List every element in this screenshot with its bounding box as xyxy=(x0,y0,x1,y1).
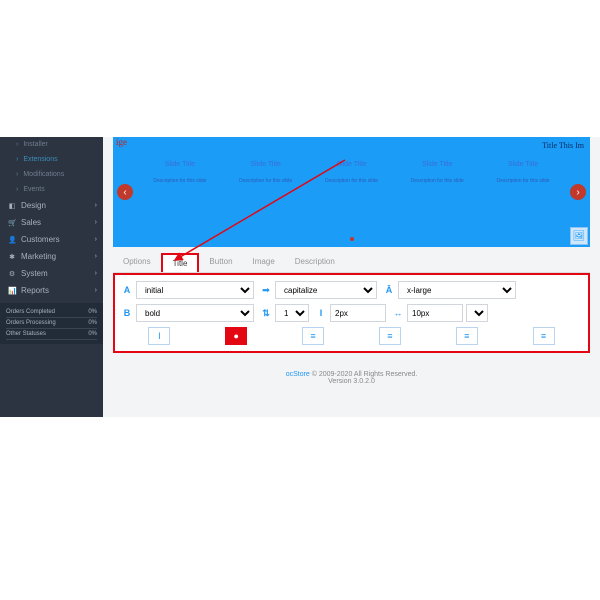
sidebar-sub-modifications[interactable]: ›Modifications xyxy=(0,167,103,182)
cart-icon: 🛒 xyxy=(8,219,16,227)
tab-button[interactable]: Button xyxy=(199,253,242,272)
gear-icon: ⚙ xyxy=(8,270,16,278)
chevron-right-icon: › xyxy=(95,202,97,209)
chevron-right-icon: › xyxy=(95,219,97,226)
title-settings-panel: Ainitial ➟capitalize Āx-large Bbold ⇅1 I… xyxy=(113,273,590,353)
version-text: Version 3.0.2.0 xyxy=(328,378,375,385)
stats-panel: Orders Completed0% Orders Processing0% O… xyxy=(0,303,103,344)
image-toggle-button[interactable]: 🖼 xyxy=(570,227,588,245)
brand-link[interactable]: ocStore xyxy=(286,371,310,378)
slider-preview: ige Title This Im ‹ › Slide TitleDescrip… xyxy=(113,137,590,247)
next-slide-button[interactable]: › xyxy=(570,184,586,200)
sidebar-item-system[interactable]: ⚙System› xyxy=(0,265,103,282)
letter-icon: ↔ xyxy=(392,305,404,321)
sidebar-item-marketing[interactable]: ✱Marketing› xyxy=(0,248,103,265)
letter-spacing-unit[interactable] xyxy=(466,304,488,322)
slide-item[interactable]: Slide TitleDescription for this slide xyxy=(411,161,464,184)
sidebar: ›Installer ›Extensions ›Modifications ›E… xyxy=(0,137,103,417)
slide-item[interactable]: Slide TitleDescription for this slide xyxy=(325,161,378,184)
user-icon: 👤 xyxy=(8,236,16,244)
font-icon: A xyxy=(121,282,133,298)
sidebar-item-reports[interactable]: 📊Reports› xyxy=(0,282,103,299)
chart-icon: 📊 xyxy=(8,287,16,295)
chevron-right-icon: › xyxy=(95,270,97,277)
align-left-button[interactable]: ≡ xyxy=(302,327,324,345)
footer: ocStore © 2009-2020 All Rights Reserved.… xyxy=(113,371,590,385)
tab-title[interactable]: Title xyxy=(161,253,200,272)
pagination-dot[interactable] xyxy=(350,237,354,241)
sidebar-sub-extensions[interactable]: ›Extensions xyxy=(0,152,103,167)
letter-spacing-input[interactable] xyxy=(407,304,463,322)
line-height-mode-select[interactable]: 1 xyxy=(275,304,309,322)
tab-image[interactable]: Image xyxy=(243,253,285,272)
tab-description[interactable]: Description xyxy=(285,253,345,272)
chevron-right-icon: › xyxy=(95,287,97,294)
slide-item[interactable]: Slide TitleDescription for this slide xyxy=(239,161,292,184)
size-icon: Ā xyxy=(383,282,395,298)
stat-other: Other Statuses0% xyxy=(6,329,97,340)
stat-completed: Orders Completed0% xyxy=(6,307,97,318)
slides-row: Slide TitleDescription for this slide Sl… xyxy=(113,137,590,207)
tabs: Options Title Button Image Description xyxy=(113,253,590,273)
banner-corner-text: ige xyxy=(116,137,127,147)
italic-button[interactable]: I xyxy=(148,327,170,345)
font-size-select[interactable]: x-large xyxy=(398,281,516,299)
sidebar-item-sales[interactable]: 🛒Sales› xyxy=(0,214,103,231)
bold-icon: B xyxy=(121,305,133,321)
slide-item[interactable]: Slide TitleDescription for this slide xyxy=(153,161,206,184)
sidebar-item-design[interactable]: ◧Design› xyxy=(0,197,103,214)
transform-icon: ➟ xyxy=(260,282,272,298)
sidebar-sub-installer[interactable]: ›Installer xyxy=(0,137,103,152)
sidebar-item-customers[interactable]: 👤Customers› xyxy=(0,231,103,248)
design-icon: ◧ xyxy=(8,202,16,210)
color-button[interactable]: ● xyxy=(225,327,247,345)
font-family-select[interactable]: initial xyxy=(136,281,254,299)
spacing-icon: I xyxy=(315,305,327,321)
text-transform-select[interactable]: capitalize xyxy=(275,281,377,299)
align-right-button[interactable]: ≡ xyxy=(456,327,478,345)
banner-right-text: Title This Im xyxy=(542,141,584,150)
image-icon: 🖼 xyxy=(573,231,586,242)
stat-processing: Orders Processing0% xyxy=(6,318,97,329)
main-content: ige Title This Im ‹ › Slide TitleDescrip… xyxy=(103,137,600,417)
chevron-right-icon: › xyxy=(95,253,97,260)
tab-options[interactable]: Options xyxy=(113,253,161,272)
align-justify-button[interactable]: ≡ xyxy=(533,327,555,345)
share-icon: ✱ xyxy=(8,253,16,261)
chevron-right-icon: › xyxy=(95,236,97,243)
prev-slide-button[interactable]: ‹ xyxy=(117,184,133,200)
slide-item[interactable]: Slide TitleDescription for this slide xyxy=(497,161,550,184)
font-weight-select[interactable]: bold xyxy=(136,304,254,322)
lineheight-icon: ⇅ xyxy=(260,305,272,321)
line-height-input[interactable] xyxy=(330,304,386,322)
sidebar-sub-events[interactable]: ›Events xyxy=(0,182,103,197)
align-center-button[interactable]: ≡ xyxy=(379,327,401,345)
